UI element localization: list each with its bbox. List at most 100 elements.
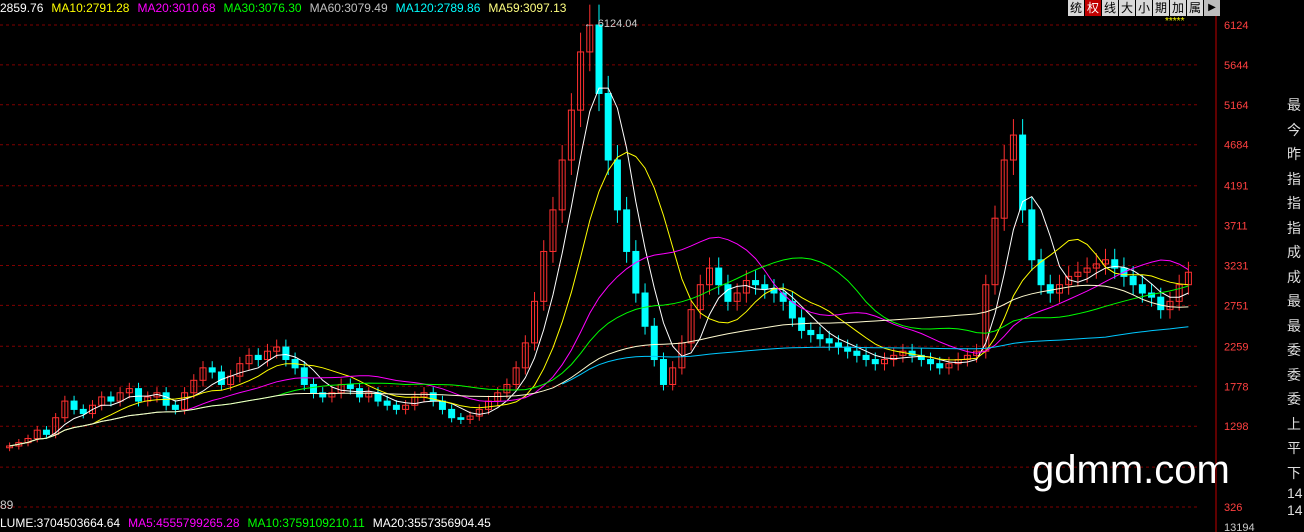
quote-panel-label: 指 [1287, 195, 1301, 211]
price-tick-label: 4191 [1224, 181, 1248, 193]
quote-panel-label: 最 [1287, 293, 1301, 309]
volume-legend-item: MA10:3759109210.11 [247, 516, 365, 530]
candle-body[interactable] [438, 400, 446, 410]
quote-panel-bottom: 14 [1287, 502, 1303, 518]
quote-panel: 最今昨指指指成成最最委委委上平下 14 14 [1287, 93, 1304, 532]
candle-body[interactable] [1028, 209, 1036, 261]
candle-body[interactable] [871, 359, 879, 365]
candle-body[interactable] [171, 404, 179, 410]
quote-panel-label: 下 [1287, 464, 1301, 481]
ma-legend-item: MA59:3097.13 [488, 1, 567, 15]
candle-body[interactable] [632, 250, 640, 294]
toolbar-button[interactable]: 线 [1102, 0, 1118, 16]
watermark-text: gdmm.com [1032, 448, 1230, 492]
price-tick-label: 4684 [1224, 140, 1248, 152]
candle-body[interactable] [254, 354, 262, 361]
toolbar-button[interactable]: 统 [1068, 0, 1084, 16]
candle-body[interactable] [816, 334, 824, 340]
candle-body[interactable] [448, 408, 456, 419]
ma-legend-item: MA30:3076.30 [223, 1, 302, 15]
quote-panel-label: 平 [1287, 440, 1301, 456]
candle-body[interactable] [604, 93, 612, 161]
candle-body[interactable] [927, 359, 935, 365]
play-icon[interactable]: ▶ [1204, 0, 1220, 16]
candle-body[interactable] [457, 417, 465, 420]
quote-panel-label: 今 [1287, 121, 1301, 138]
candle-body[interactable] [346, 383, 354, 390]
chart-toolbar: 统权线大小期加属 ▶ [1068, 0, 1221, 17]
candle-body[interactable] [70, 400, 78, 410]
candle-body[interactable] [1019, 134, 1027, 211]
quote-panel-label: 委 [1287, 342, 1301, 358]
ma-line [9, 257, 1189, 447]
price-tick-label: 2751 [1224, 300, 1248, 312]
quote-panel-bottom: 14 [1287, 485, 1303, 501]
volume-legend-item: LUME:3704503664.64 [0, 516, 121, 530]
toolbar-button[interactable]: 权 [1085, 0, 1101, 16]
price-tick-label: 5164 [1224, 100, 1248, 112]
candle-body[interactable] [724, 284, 732, 302]
candle-body[interactable] [1046, 284, 1054, 294]
candle-body[interactable] [1138, 284, 1146, 294]
candle-body[interactable] [807, 329, 815, 336]
quote-panel-label: 最 [1287, 317, 1301, 334]
candle-body[interactable] [825, 338, 833, 344]
candle-body[interactable] [1129, 275, 1137, 286]
candle-body[interactable] [650, 325, 658, 361]
candle-body[interactable] [208, 367, 216, 373]
toolbar-button[interactable]: 加 [1170, 0, 1186, 16]
price-tick-label: 3711 [1224, 221, 1248, 233]
toolbar-button[interactable]: 期 [1153, 0, 1169, 16]
ma-line [9, 284, 1189, 447]
price-tick-label: 326 [1224, 502, 1242, 514]
candle-body[interactable] [392, 404, 400, 410]
candle-body[interactable] [300, 367, 308, 385]
volume-axis-label: 13194 [1224, 522, 1255, 532]
candle-body[interactable] [595, 24, 603, 95]
peak-annotation: ← 6124.04 [584, 18, 638, 30]
candle-body[interactable] [42, 429, 50, 435]
candle-body[interactable] [135, 388, 143, 402]
quote-panel-label: 指 [1287, 219, 1301, 236]
candle-body[interactable] [659, 359, 667, 385]
ma-line [9, 151, 1189, 447]
ma-legend-item: MA20:3010.68 [137, 1, 216, 15]
candle-body[interactable] [79, 408, 87, 415]
price-tick-label: 2259 [1224, 341, 1248, 353]
candle-body[interactable] [383, 400, 391, 406]
rating-stars: ***** [1165, 16, 1185, 27]
toolbar-button[interactable]: 大 [1119, 0, 1135, 16]
candle-body[interactable] [107, 396, 115, 402]
ma-legend-bar: 2859.76 MA10:2791.28 MA20:3010.68 MA30:3076… [0, 0, 574, 16]
quote-panel-label: 成 [1287, 268, 1301, 285]
candle-body[interactable] [834, 342, 842, 348]
candle-body[interactable] [623, 209, 631, 252]
candle-body[interactable] [613, 159, 621, 211]
quote-panel-label: 指 [1287, 170, 1301, 187]
candle-body[interactable] [641, 292, 649, 327]
candle-body[interactable] [761, 284, 769, 290]
ma-legend-item: MA60:3079.49 [309, 1, 388, 15]
ma-legend-item: MA10:2791.28 [51, 1, 130, 15]
candle-body[interactable] [1157, 296, 1165, 311]
quote-panel-label: 上 [1287, 415, 1301, 432]
candle-body[interactable] [715, 267, 723, 286]
price-tick-label: 6124 [1224, 20, 1248, 32]
quote-panel-label: 昨 [1287, 146, 1301, 162]
quote-panel-label: 委 [1287, 366, 1301, 383]
price-tick-label: 5644 [1224, 60, 1248, 72]
price-tick-label: 3231 [1224, 261, 1248, 273]
ma-legend-item: 2859.76 [0, 1, 44, 15]
ma-legend-item: MA120:2789.86 [395, 1, 481, 15]
candle-body[interactable] [282, 346, 290, 361]
candle-body[interactable] [356, 388, 364, 398]
candle-body[interactable] [853, 350, 861, 356]
candle-body[interactable] [752, 280, 760, 286]
candle-body[interactable] [310, 383, 318, 394]
candle-body[interactable] [862, 354, 870, 361]
candle-body[interactable] [936, 363, 944, 369]
quote-panel-label: 委 [1287, 391, 1301, 407]
toolbar-button[interactable]: 属 [1187, 0, 1203, 16]
peak-arrow-icon: ← [584, 18, 595, 30]
toolbar-button[interactable]: 小 [1136, 0, 1152, 16]
